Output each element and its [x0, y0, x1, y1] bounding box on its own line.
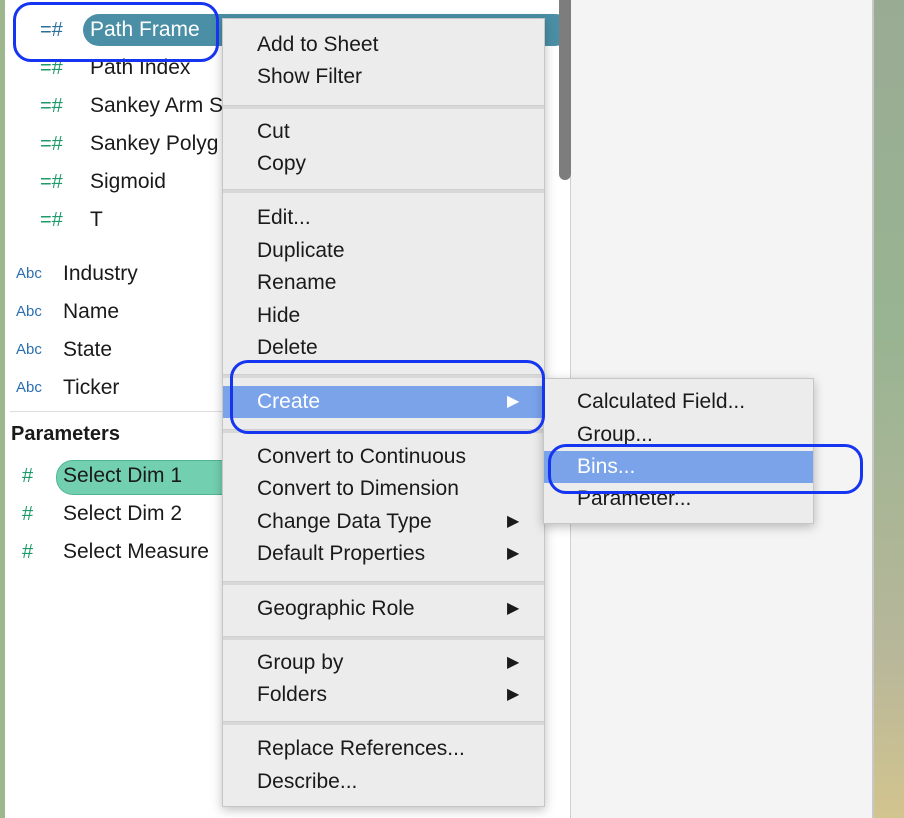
menu-item-label: Cut — [257, 120, 290, 143]
context-menu: Add to Sheet Show Filter Cut Copy Edit... Dup… — [222, 18, 545, 807]
menu-item-geographic-role[interactable]: Geographic Role ▶ — [223, 593, 544, 625]
parameter-item[interactable]: Select Dim 1 — [63, 460, 182, 492]
menu-item-convert-to-dimension[interactable]: Convert to Dimension — [223, 473, 544, 505]
menu-item-rename[interactable]: Rename — [223, 267, 544, 299]
dimension-item[interactable]: Name — [63, 296, 119, 328]
menu-item-replace-references[interactable]: Replace References... — [223, 733, 544, 765]
field-item[interactable]: Sigmoid — [90, 166, 166, 198]
menu-item-label: Replace References... — [257, 737, 465, 760]
menu-separator — [223, 105, 544, 109]
menu-item-folders[interactable]: Folders ▶ — [223, 679, 544, 711]
menu-item-label: Parameter... — [577, 487, 692, 510]
menu-separator — [223, 581, 544, 585]
menu-item-group-by[interactable]: Group by ▶ — [223, 647, 544, 679]
dimension-item[interactable]: State — [63, 334, 112, 366]
parameter-item[interactable]: Select Measure — [63, 536, 209, 568]
parameter-item[interactable]: Select Dim 2 — [63, 498, 182, 530]
string-abc-icon: Abc — [16, 265, 42, 282]
parameter-hash-icon: # — [22, 541, 34, 563]
menu-item-label: Create — [257, 390, 321, 413]
menu-item-delete[interactable]: Delete — [223, 332, 544, 364]
submenu-arrow-icon: ▶ — [507, 654, 520, 671]
submenu-item-parameter[interactable]: Parameter... — [544, 483, 813, 515]
menu-item-label: Group by — [257, 651, 344, 674]
submenu-item-bins[interactable]: Bins... — [544, 451, 813, 483]
parameter-hash-icon: # — [22, 503, 34, 525]
string-abc-icon: Abc — [16, 303, 42, 320]
menu-item-cut[interactable]: Cut — [223, 116, 544, 148]
field-item[interactable]: Path Index — [90, 52, 190, 84]
menu-separator — [223, 636, 544, 640]
menu-item-label: Add to Sheet — [257, 33, 379, 56]
menu-item-label: Copy — [257, 152, 307, 175]
field-item[interactable]: Path Frame — [90, 14, 200, 46]
submenu-arrow-icon: ▶ — [507, 686, 520, 703]
measure-hash-icon: =# — [40, 133, 63, 155]
menu-item-label: Describe... — [257, 770, 358, 793]
measure-hash-icon: =# — [40, 171, 63, 193]
menu-item-label: Duplicate — [257, 239, 345, 262]
menu-item-label: Change Data Type — [257, 510, 432, 533]
measure-hash-icon: =# — [40, 209, 63, 231]
menu-item-label: Folders — [257, 683, 328, 706]
field-item[interactable]: Sankey Polyg — [90, 128, 218, 160]
scrollbar[interactable] — [559, 0, 571, 180]
string-abc-icon: Abc — [16, 379, 42, 396]
menu-item-label: Hide — [257, 304, 301, 327]
background-right — [874, 0, 904, 818]
menu-item-label: Delete — [257, 336, 318, 359]
dimension-item[interactable]: Ticker — [63, 372, 119, 404]
menu-item-label: Bins... — [577, 455, 636, 478]
menu-item-copy[interactable]: Copy — [223, 148, 544, 180]
parameter-hash-icon: # — [22, 465, 34, 487]
menu-separator — [223, 374, 544, 378]
menu-separator — [223, 429, 544, 433]
dimension-item[interactable]: Industry — [63, 258, 138, 290]
menu-item-duplicate[interactable]: Duplicate — [223, 235, 544, 267]
field-item[interactable]: Sankey Arm S — [90, 90, 223, 122]
menu-item-add-to-sheet[interactable]: Add to Sheet — [223, 29, 544, 61]
menu-separator — [223, 721, 544, 725]
menu-item-label: Geographic Role — [257, 597, 415, 620]
measure-hash-icon: =# — [40, 95, 63, 117]
menu-item-hide[interactable]: Hide — [223, 300, 544, 332]
menu-item-describe[interactable]: Describe... — [223, 766, 544, 798]
submenu-arrow-icon: ▶ — [507, 513, 520, 530]
menu-item-label: Show Filter — [257, 65, 363, 88]
submenu-item-group[interactable]: Group... — [544, 419, 813, 451]
menu-item-label: Convert to Dimension — [257, 477, 459, 500]
create-submenu: Calculated Field... Group... Bins... Parame… — [543, 378, 814, 524]
menu-item-label: Edit... — [257, 206, 311, 229]
menu-separator — [223, 189, 544, 193]
submenu-item-calculated-field[interactable]: Calculated Field... — [544, 386, 813, 418]
menu-item-label: Rename — [257, 271, 337, 294]
menu-item-label: Calculated Field... — [577, 390, 746, 413]
menu-item-label: Default Properties — [257, 542, 426, 565]
submenu-arrow-icon: ▶ — [507, 600, 520, 617]
parameters-heading: Parameters — [11, 423, 120, 445]
menu-item-change-data-type[interactable]: Change Data Type ▶ — [223, 506, 544, 538]
field-item[interactable]: T — [90, 204, 103, 236]
submenu-arrow-icon: ▶ — [507, 393, 520, 410]
string-abc-icon: Abc — [16, 341, 42, 358]
menu-item-create[interactable]: Create ▶ — [223, 386, 544, 418]
menu-item-show-filter[interactable]: Show Filter — [223, 61, 544, 93]
menu-item-label: Group... — [577, 423, 653, 446]
submenu-arrow-icon: ▶ — [507, 545, 520, 562]
menu-item-edit[interactable]: Edit... — [223, 202, 544, 234]
menu-item-default-properties[interactable]: Default Properties ▶ — [223, 538, 544, 570]
measure-hash-icon: =# — [40, 19, 63, 41]
measure-hash-icon: =# — [40, 57, 63, 79]
menu-item-convert-to-continuous[interactable]: Convert to Continuous — [223, 441, 544, 473]
menu-item-label: Convert to Continuous — [257, 445, 466, 468]
